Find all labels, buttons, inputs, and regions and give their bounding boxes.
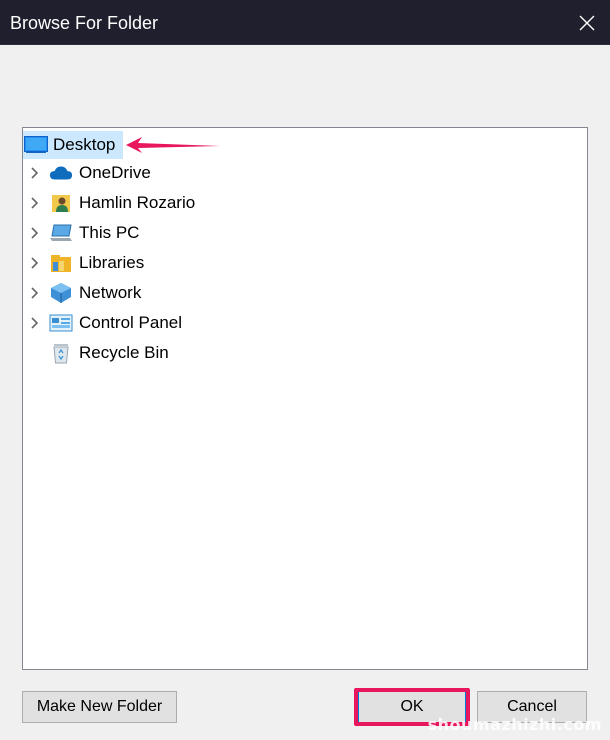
dialog-title: Browse For Folder	[10, 13, 159, 33]
tree-item-recycle-bin[interactable]: Recycle Bin	[23, 339, 587, 367]
chevron-right-icon[interactable]	[27, 285, 43, 301]
tree-item-label: Hamlin Rozario	[79, 193, 196, 212]
tree-item-this-pc[interactable]: This PC	[23, 219, 587, 247]
annotation-arrow-icon	[126, 137, 220, 153]
chevron-right-icon[interactable]	[27, 165, 43, 181]
tree-item-control-panel[interactable]: Control Panel	[23, 309, 587, 337]
tree-item-label: This PC	[79, 223, 140, 242]
tree-item-network[interactable]: Network	[23, 279, 587, 307]
computer-icon	[49, 222, 73, 244]
desktop-icon	[24, 134, 48, 156]
chevron-right-icon[interactable]	[27, 315, 43, 331]
control-panel-icon	[49, 312, 73, 334]
tree-item-desktop[interactable]: Desktop	[23, 131, 587, 159]
tree-item-label: Recycle Bin	[79, 343, 169, 362]
make-new-folder-button[interactable]: Make New Folder	[22, 691, 177, 723]
chevron-right-icon[interactable]	[27, 225, 43, 241]
network-icon	[49, 282, 73, 304]
tree-item-libraries[interactable]: Libraries	[23, 249, 587, 277]
user-folder-icon	[49, 192, 73, 214]
folder-tree[interactable]: Desktop OneDrive Hamlin Rozario This PC …	[22, 127, 588, 670]
watermark: shoumazhizhi.com	[427, 715, 602, 734]
tree-item-onedrive[interactable]: OneDrive	[23, 159, 587, 187]
chevron-right-icon[interactable]	[27, 195, 43, 211]
tree-item-user-folder[interactable]: Hamlin Rozario	[23, 189, 587, 217]
close-icon	[579, 15, 595, 30]
tree-item-label: Libraries	[79, 253, 145, 272]
recycle-bin-icon	[49, 342, 73, 364]
close-button[interactable]	[564, 0, 610, 45]
title-bar: Browse For Folder	[0, 0, 610, 45]
libraries-icon	[49, 252, 73, 274]
cloud-icon	[49, 162, 73, 184]
tree-item-label: Control Panel	[79, 313, 183, 332]
tree-item-label: Desktop	[53, 135, 116, 154]
chevron-right-icon[interactable]	[27, 255, 43, 271]
tree-item-label: OneDrive	[79, 163, 151, 182]
tree-item-label: Network	[79, 283, 142, 302]
